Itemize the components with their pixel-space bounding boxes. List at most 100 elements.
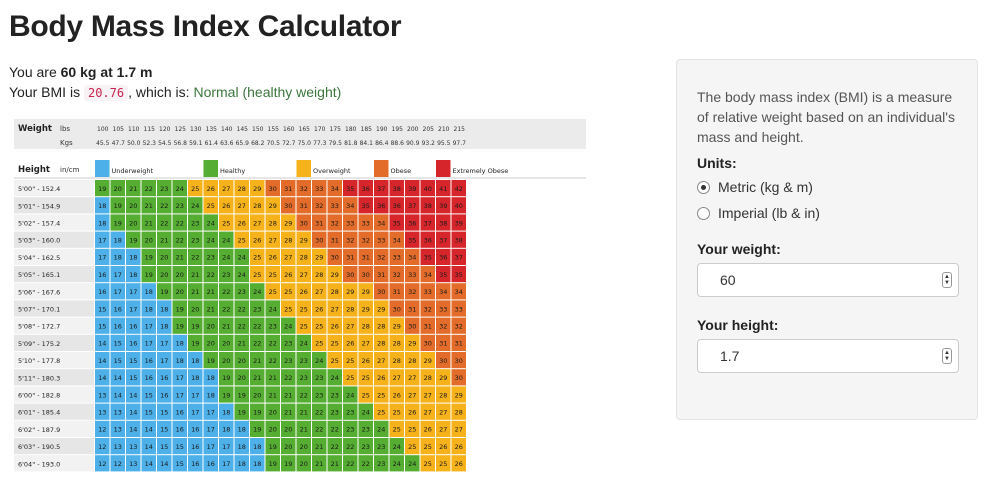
bmi-cell-label: 32 [439,323,447,331]
radio-metric-label[interactable]: Metric (kg & m) [718,179,813,195]
bmi-cell-label: 39 [408,185,416,193]
bmi-cell-label: 22 [238,305,246,313]
bmi-cell-label: 38 [424,202,432,210]
bmi-cell-label: 24 [346,391,354,399]
bmi-cell-label: 25 [393,426,401,434]
bmi-cell-label: 26 [346,340,354,348]
bmi-cell-label: 27 [408,374,416,382]
bmi-cell-label: 33 [315,185,323,193]
bmi-cell-label: 25 [424,443,432,451]
bmi-cell-label: 21 [269,391,277,399]
bmi-cell-label: 21 [207,305,215,313]
bmi-cell-label: 19 [253,409,261,417]
bmi-cell-label: 25 [300,323,308,331]
radio-imperial-icon[interactable] [697,206,710,220]
bmi-cell-label: 22 [315,426,323,434]
bmi-cell-label: 17 [129,288,137,296]
bmi-cell-label: 23 [253,305,261,313]
bmi-cell-label: 29 [455,391,463,399]
bmi-cell-label: 21 [160,237,168,245]
bmi-cell-label: 34 [455,288,463,296]
bmi-cell-label: 35 [408,237,416,245]
bmi-cell-label: 24 [238,254,246,262]
bmi-cell-label: 29 [393,323,401,331]
bmi-cell-label: 15 [129,357,137,365]
help-text: The body mass index (BMI) is a measure o… [697,89,955,145]
bmi-cell-label: 20 [129,202,137,210]
bmi-cell-label: 19 [222,374,230,382]
bmi-cell-label: 30 [315,237,323,245]
bmi-cell-label: 20 [129,219,137,227]
bmi-cell-label: 16 [145,374,153,382]
bmi-cell-label: 23 [362,443,370,451]
bmi-cell-label: 23 [238,288,246,296]
bmi-cell-label: 19 [145,271,153,279]
bmi-cell-label: 27 [439,409,447,417]
bmi-cell-label: 22 [176,237,184,245]
bmi-cell-label: 14 [145,460,153,468]
bmi-cell-label: 25 [269,271,277,279]
radio-imperial[interactable]: Imperial (lb & in) [697,203,957,223]
radio-metric[interactable]: Metric (kg & m) [697,177,957,197]
bmi-cell-label: 29 [362,288,370,296]
bmi-cell-label: 33 [408,271,416,279]
bmi-cell-label: 30 [393,305,401,313]
bmi-cell-label: 15 [145,409,153,417]
bmi-cell-label: 36 [393,202,401,210]
kgs-tick: 45.5 [96,140,110,147]
bmi-cell-label: 25 [377,409,385,417]
bmi-cell-label: 36 [362,185,370,193]
height-input[interactable]: 1.7 ▲ ▼ [697,339,959,373]
radio-imperial-label[interactable]: Imperial (lb & in) [718,205,820,221]
radio-metric-icon[interactable] [697,180,710,194]
bmi-cell-label: 33 [346,219,354,227]
bmi-cell-label: 15 [114,340,122,348]
bmi-cell-label: 16 [98,271,106,279]
bmi-cell-label: 16 [129,340,137,348]
bmi-cell-label: 28 [315,271,323,279]
height-input-value[interactable]: 1.7 [720,348,739,364]
bmi-cell-label: 15 [176,443,184,451]
bmi-cell-label: 19 [238,391,246,399]
bmi-cell-label: 25 [222,219,230,227]
bmi-cell-label: 15 [129,374,137,382]
lbs-label: lbs [60,125,70,133]
lbs-tick: 160 [283,126,295,133]
legend-label: Healthy [220,167,245,175]
bmi-cell-label: 25 [269,288,277,296]
bmi-cell-label: 24 [253,288,261,296]
bmi-cell-label: 39 [455,219,463,227]
bmi-cell-label: 25 [315,323,323,331]
bmi-cell-label: 31 [331,237,339,245]
height-tick: 5'09" - 175.2 [18,340,60,348]
lbs-tick: 145 [237,126,249,133]
height-tick: 5'07" - 170.1 [18,306,60,314]
bmi-cell-label: 38 [455,237,463,245]
bmi-cell-label: 25 [408,443,416,451]
bmi-cell-label: 16 [98,288,106,296]
weight-input-value[interactable]: 60 [720,272,736,288]
lbs-tick: 140 [221,126,233,133]
height-tick: 6'03" - 190.5 [18,443,60,451]
bmi-cell-label: 27 [424,391,432,399]
bmi-cell-label: 30 [331,254,339,262]
bmi-chart: Weight lbs Kgs 100 105 110 115 120 125 130 135 140 1… [14,119,586,491]
height-stepper-icon[interactable]: ▲ ▼ [942,348,952,364]
bmi-cell-label: 38 [393,185,401,193]
bmi-cell-label: 16 [114,305,122,313]
bmi-cell-label: 23 [176,202,184,210]
bmi-cell-label: 25 [300,305,308,313]
bmi-cell-label: 32 [393,271,401,279]
bmi-cell-label: 13 [114,409,122,417]
bmi-cell-label: 15 [98,323,106,331]
weight-input[interactable]: 60 ▲ ▼ [697,263,959,297]
kgs-tick: 72.7 [282,140,296,147]
bmi-cell-label: 17 [160,340,168,348]
bmi-cell-label: 18 [207,374,215,382]
bmi-cell-label: 26 [424,426,432,434]
bmi-cell-label: 32 [362,237,370,245]
bmi-cell-label: 14 [129,391,137,399]
lbs-tick: 175 [330,126,342,133]
bmi-cell-label: 16 [145,357,153,365]
weight-stepper-icon[interactable]: ▲ ▼ [942,272,952,288]
